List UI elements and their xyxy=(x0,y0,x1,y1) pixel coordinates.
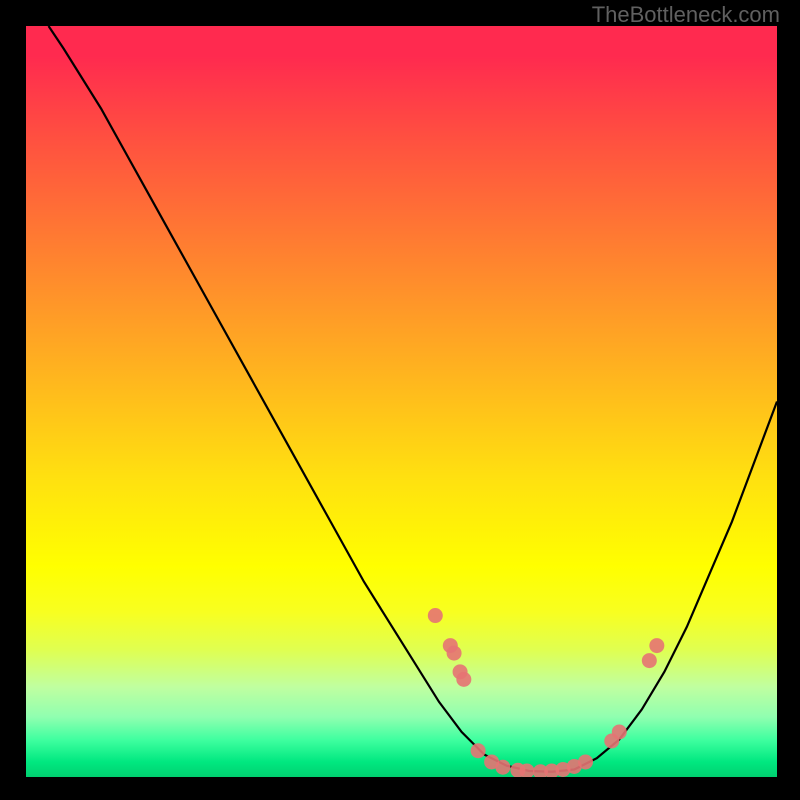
data-marker xyxy=(578,754,593,769)
data-marker xyxy=(649,638,664,653)
data-marker xyxy=(612,724,627,739)
chart-svg xyxy=(26,26,777,777)
data-marker xyxy=(428,608,443,623)
curve-line xyxy=(49,26,777,772)
data-marker xyxy=(495,760,510,775)
data-marker xyxy=(471,743,486,758)
data-marker xyxy=(456,672,471,687)
data-marker xyxy=(447,646,462,661)
markers-group xyxy=(428,608,665,777)
chart-plot-area xyxy=(26,26,777,777)
watermark-text: TheBottleneck.com xyxy=(592,2,780,28)
data-marker xyxy=(642,653,657,668)
